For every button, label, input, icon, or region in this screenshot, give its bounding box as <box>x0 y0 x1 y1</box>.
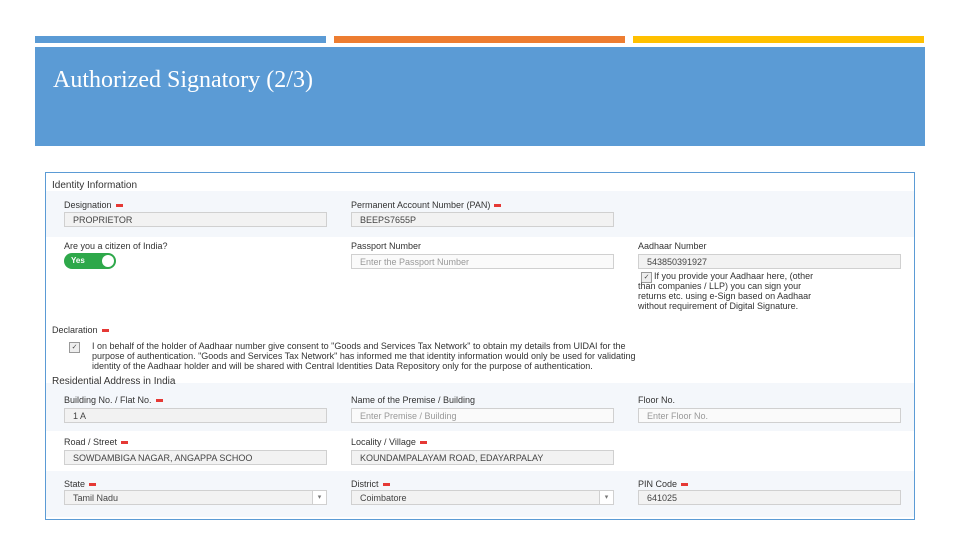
district-select[interactable]: Coimbatore ▾ <box>351 490 614 505</box>
state-label: State <box>64 479 97 489</box>
slide-title: Authorized Signatory (2/3) <box>53 67 313 93</box>
declaration-label: Declaration <box>52 325 109 335</box>
chevron-down-icon[interactable]: ▾ <box>599 491 613 504</box>
designation-label: Designation <box>64 200 123 210</box>
passport-input[interactable]: Enter the Passport Number <box>351 254 614 269</box>
designation-field[interactable]: PROPRIETOR <box>64 212 327 227</box>
building-label: Building No. / Flat No. <box>64 395 163 405</box>
road-input[interactable]: SOWDAMBIGA NAGAR, ANGAPPA SCHOO <box>64 450 327 465</box>
district-label: District <box>351 479 390 489</box>
citizen-toggle[interactable]: Yes <box>64 253 116 269</box>
citizen-toggle-label: Yes <box>71 256 85 265</box>
floor-input[interactable]: Enter Floor No. <box>638 408 901 423</box>
identity-section-title: Identity Information <box>52 180 138 191</box>
toggle-knob <box>102 255 114 267</box>
pan-field[interactable]: BEEPS7655P <box>351 212 614 227</box>
building-input[interactable]: 1 A <box>64 408 327 423</box>
state-select[interactable]: Tamil Nadu ▾ <box>64 490 327 505</box>
accent-bar-gold <box>633 36 924 43</box>
passport-label: Passport Number <box>351 241 422 251</box>
title-band: Authorized Signatory (2/3) <box>35 47 925 146</box>
premise-input[interactable]: Enter Premise / Building <box>351 408 614 423</box>
form-screenshot-panel: Identity Information Designation PROPRIE… <box>45 172 915 520</box>
locality-input[interactable]: KOUNDAMPALAYAM ROAD, EDAYARPALAY <box>351 450 614 465</box>
aadhaar-note-2: than companies / LLP) you can sign your <box>638 281 802 291</box>
address-section-title: Residential Address in India <box>52 376 176 387</box>
premise-label: Name of the Premise / Building <box>351 395 476 405</box>
declaration-line-3: identity of the Aadhaar holder and will … <box>92 361 593 371</box>
pin-input[interactable]: 641025 <box>638 490 901 505</box>
pan-label: Permanent Account Number (PAN) <box>351 200 502 210</box>
road-label: Road / Street <box>64 437 129 447</box>
accent-bar-blue <box>35 36 326 43</box>
row-band <box>46 383 914 431</box>
locality-label: Locality / Village <box>351 437 427 447</box>
declaration-line-2: purpose of authentication. "Goods and Se… <box>92 351 636 361</box>
aadhaar-label: Aadhaar Number <box>638 241 707 251</box>
chevron-down-icon[interactable]: ▾ <box>312 491 326 504</box>
aadhaar-note-3: returns etc. using e-Sign based on Aadha… <box>638 291 812 301</box>
declaration-checkbox[interactable]: ✓ <box>69 342 80 353</box>
accent-bar-orange <box>334 36 625 43</box>
pin-label: PIN Code <box>638 479 689 489</box>
citizen-label: Are you a citizen of India? <box>64 241 168 251</box>
aadhaar-note-4: without requirement of Digital Signature… <box>638 301 799 311</box>
aadhaar-input[interactable]: 543850391927 <box>638 254 901 269</box>
aadhaar-note-1: If you provide your Aadhaar here, (other <box>654 271 814 281</box>
floor-label: Floor No. <box>638 395 676 405</box>
declaration-line-1: I on behalf of the holder of Aadhaar num… <box>92 341 626 351</box>
